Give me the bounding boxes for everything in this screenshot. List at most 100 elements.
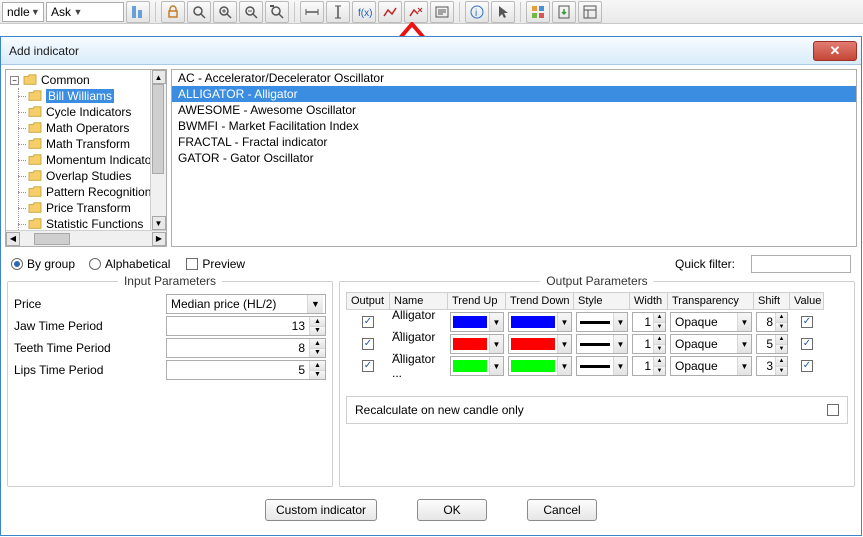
v-layout-button[interactable] [326,1,350,23]
spin-down-icon[interactable]: ▼ [776,345,787,354]
grid-button[interactable] [526,1,550,23]
line-style-combo[interactable]: ▼ [576,356,628,376]
indicator-list-item[interactable]: GATOR - Gator Oscillator [172,150,856,166]
ok-button[interactable]: OK [417,499,487,521]
width-input[interactable]: 1▲▼ [632,356,666,376]
width-input[interactable]: 1▲▼ [632,312,666,332]
cursor-button[interactable] [491,1,515,23]
width-input[interactable]: 1▲▼ [632,334,666,354]
info-button[interactable]: i [465,1,489,23]
lips-period-input[interactable]: 5▲▼ [166,360,326,380]
spin-up-icon[interactable]: ▲ [310,339,325,349]
tree-vscrollbar[interactable]: ▲ ▼ [150,70,166,230]
line-style-combo[interactable]: ▼ [576,334,628,354]
spin-down-icon[interactable]: ▼ [310,349,325,358]
spin-down-icon[interactable]: ▼ [776,367,787,376]
trend-down-color[interactable]: ▼ [508,356,572,376]
radio-alphabetical[interactable]: Alphabetical [89,257,170,271]
trend-up-color[interactable]: ▼ [450,356,504,376]
chart-type-combo[interactable]: ndle▼ [2,2,44,22]
collapse-icon[interactable]: − [10,76,19,85]
transparency-combo[interactable]: Opaque▼ [670,334,752,354]
line-style-combo[interactable]: ▼ [576,312,628,332]
trend-down-color[interactable]: ▼ [508,312,572,332]
zoom-button[interactable] [187,1,211,23]
trend-up-color[interactable]: ▼ [450,334,504,354]
spin-up-icon[interactable]: ▲ [310,317,325,327]
tree-item[interactable]: Cycle Indicators [28,104,166,120]
spin-up-icon[interactable]: ▲ [654,313,665,323]
close-button[interactable]: ✕ [813,41,857,61]
trend-up-color[interactable]: ▼ [450,312,504,332]
tree-item[interactable]: Statistic Functions [28,216,166,230]
remove-button[interactable] [404,1,428,23]
shift-input[interactable]: 8▲▼ [756,312,788,332]
zoom-fit-button[interactable] [265,1,289,23]
scroll-thumb[interactable] [34,233,70,245]
tree-item[interactable]: Pattern Recognition [28,184,166,200]
tree-item[interactable]: Bill Williams [28,88,166,104]
jaw-period-input[interactable]: 13▲▼ [166,316,326,336]
output-enable-checkbox[interactable] [362,338,374,350]
spin-down-icon[interactable]: ▼ [776,323,787,332]
export-button[interactable] [552,1,576,23]
shift-input[interactable]: 3▲▼ [756,356,788,376]
custom-indicator-button[interactable]: Custom indicator [265,499,377,521]
price-combo[interactable]: Median price (HL/2)▼ [166,294,326,314]
indicator-list-item[interactable]: AWESOME - Awesome Oscillator [172,102,856,118]
value-checkbox[interactable] [801,360,813,372]
indicator-list-item[interactable]: AC - Accelerator/Decelerator Oscillator [172,70,856,86]
teeth-period-input[interactable]: 8▲▼ [166,338,326,358]
tree-item[interactable]: Math Operators [28,120,166,136]
output-enable-checkbox[interactable] [362,316,374,328]
indicator-list-item[interactable]: ALLIGATOR - Alligator [172,86,856,102]
transparency-combo[interactable]: Opaque▼ [670,356,752,376]
spin-up-icon[interactable]: ▲ [776,335,787,345]
scroll-left-icon[interactable]: ◀ [6,232,20,246]
tree-hscrollbar[interactable]: ◀ ▶ [6,230,166,246]
spin-down-icon[interactable]: ▼ [310,327,325,336]
scroll-down-icon[interactable]: ▼ [152,216,166,230]
layout-button[interactable] [578,1,602,23]
spin-down-icon[interactable]: ▼ [654,323,665,332]
h-layout-button[interactable] [300,1,324,23]
scroll-up-icon[interactable]: ▲ [152,70,166,84]
spin-up-icon[interactable]: ▲ [654,335,665,345]
function-button[interactable]: f(x) [352,1,376,23]
text-button[interactable] [430,1,454,23]
tree-item[interactable]: Momentum Indicators [28,152,166,168]
zoom-in-button[interactable] [213,1,237,23]
indicator-list-item[interactable]: FRACTAL - Fractal indicator [172,134,856,150]
value-checkbox[interactable] [801,338,813,350]
spin-up-icon[interactable]: ▲ [310,361,325,371]
trend-down-color[interactable]: ▼ [508,334,572,354]
spin-down-icon[interactable]: ▼ [654,345,665,354]
scroll-right-icon[interactable]: ▶ [152,232,166,246]
shift-input[interactable]: 5▲▼ [756,334,788,354]
spin-down-icon[interactable]: ▼ [310,371,325,380]
transparency-combo[interactable]: Opaque▼ [670,312,752,332]
zoom-out-button[interactable] [239,1,263,23]
recalc-checkbox[interactable] [827,404,839,416]
spin-down-icon[interactable]: ▼ [654,367,665,376]
output-enable-checkbox[interactable] [362,360,374,372]
value-checkbox[interactable] [801,316,813,328]
quick-filter-input[interactable] [751,255,851,273]
cancel-button[interactable]: Cancel [527,499,597,521]
tree-root-folder[interactable]: − Common [10,72,166,88]
tree-item[interactable]: Math Transform [28,136,166,152]
spin-up-icon[interactable]: ▲ [654,357,665,367]
scroll-thumb[interactable] [152,84,164,174]
indicator-list: AC - Accelerator/Decelerator OscillatorA… [171,69,857,247]
lock-button[interactable] [161,1,185,23]
tree-item[interactable]: Overlap Studies [28,168,166,184]
radio-by-group[interactable]: By group [11,257,75,271]
price-combo[interactable]: Ask▼ [46,2,124,22]
overlay-button[interactable] [378,1,402,23]
spin-up-icon[interactable]: ▲ [776,357,787,367]
toolbar-btn-1[interactable] [126,1,150,23]
indicator-list-item[interactable]: BWMFI - Market Facilitation Index [172,118,856,134]
spin-up-icon[interactable]: ▲ [776,313,787,323]
preview-checkbox[interactable]: Preview [186,257,245,271]
tree-item[interactable]: Price Transform [28,200,166,216]
